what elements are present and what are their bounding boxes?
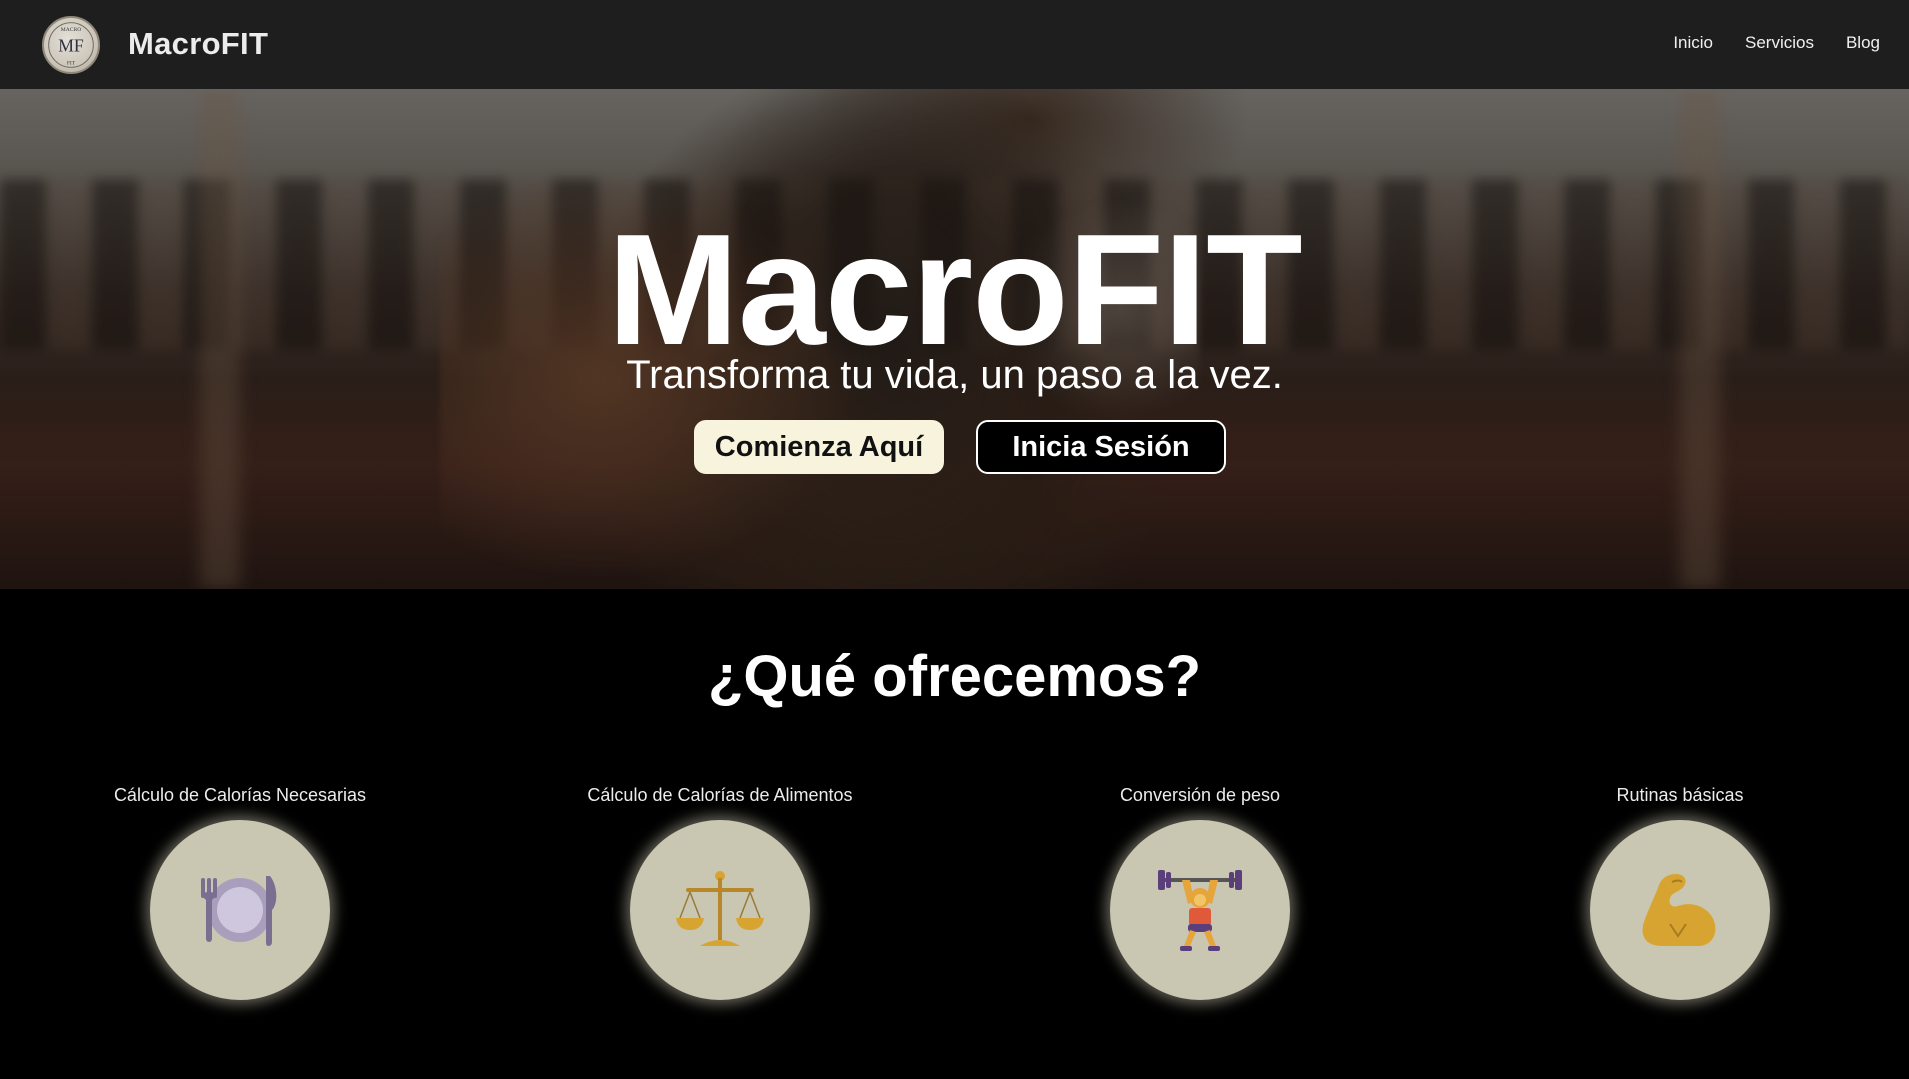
flexed-bicep-icon <box>1642 874 1716 946</box>
macrofit-logo[interactable]: MACRO MF FIT <box>42 16 100 74</box>
service-card-label: Cálculo de Calorías Necesarias <box>113 785 367 805</box>
services-title: ¿Qué ofrecemos? <box>707 644 1202 709</box>
hero-section: MacroFIT Transforma tu vida, un paso a l… <box>0 89 1909 589</box>
service-card-label: Rutinas básicas <box>1616 785 1744 805</box>
plate-utensils-icon <box>201 876 277 946</box>
main-nav: Inicio Servicios Blog <box>1673 33 1880 53</box>
brand-name[interactable]: MacroFIT <box>128 26 268 62</box>
nav-link-inicio[interactable]: Inicio <box>1673 33 1713 53</box>
hero-title: MacroFIT <box>607 202 1302 378</box>
nav-link-servicios[interactable]: Servicios <box>1745 33 1814 53</box>
service-card-button[interactable] <box>630 820 810 1000</box>
weightlifter-icon <box>1158 870 1242 951</box>
service-card-button[interactable] <box>1110 820 1290 1000</box>
service-card-conversion-peso: Conversión de peso <box>990 785 1410 1000</box>
svg-text:MACRO: MACRO <box>61 27 81 33</box>
service-card-calorias-alimentos: Cálculo de Calorías de Alimentos <box>510 785 930 1000</box>
services-section: ¿Qué ofrecemos? Cálculo de Calorías Nece… <box>0 589 1909 1079</box>
balance-scale-icon <box>676 871 764 946</box>
service-card-label: Cálculo de Calorías de Alimentos <box>587 785 853 805</box>
nav-link-blog[interactable]: Blog <box>1846 33 1880 53</box>
svg-text:MF: MF <box>58 36 84 56</box>
service-card-button[interactable] <box>150 820 330 1000</box>
svg-text:FIT: FIT <box>67 61 76 67</box>
service-card-button[interactable] <box>1590 820 1770 1000</box>
login-button[interactable]: Inicia Sesión <box>976 420 1226 474</box>
start-here-button[interactable]: Comienza Aquí <box>694 420 944 474</box>
service-card-rutinas-basicas: Rutinas básicas <box>1470 785 1890 1000</box>
hero-subtitle: Transforma tu vida, un paso a la vez. <box>626 353 1283 397</box>
service-card-calorias-necesarias: Cálculo de Calorías Necesarias <box>30 785 450 1000</box>
top-navigation-bar: MACRO MF FIT MacroFIT Inicio Servicios B… <box>0 0 1909 89</box>
service-card-label: Conversión de peso <box>1119 785 1281 805</box>
